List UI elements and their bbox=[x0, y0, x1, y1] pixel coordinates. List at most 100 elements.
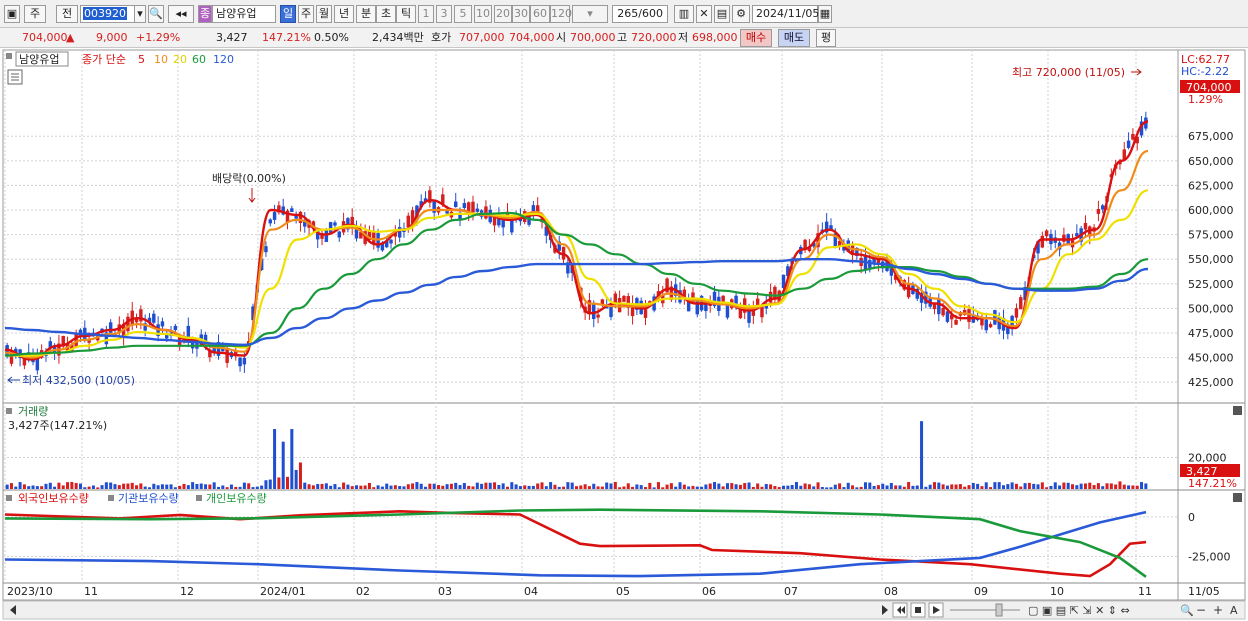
volume-bar bbox=[1019, 486, 1023, 489]
volume-bar bbox=[273, 429, 277, 489]
candle-body bbox=[617, 298, 622, 313]
volume-bar bbox=[842, 487, 846, 489]
volume-bar bbox=[894, 485, 898, 489]
volume-bar bbox=[600, 486, 604, 489]
price-tick-label: 550,000 bbox=[1188, 253, 1234, 266]
volume-tick-label: 20,000 bbox=[1188, 451, 1227, 464]
volume-bar bbox=[950, 484, 954, 489]
stock-chart: 425,000 450,000 475,000 500,000 525,000 550,0… bbox=[2, 49, 1246, 620]
candle-body bbox=[937, 299, 941, 315]
volume-bar bbox=[324, 483, 328, 489]
candle-body bbox=[126, 316, 130, 332]
volume-bar bbox=[958, 484, 962, 489]
volume-bar bbox=[1079, 483, 1083, 489]
volume-bar bbox=[454, 482, 458, 489]
font-size-icon[interactable]: A bbox=[1230, 604, 1238, 617]
candle-body bbox=[704, 304, 708, 312]
volume-bar bbox=[1131, 485, 1135, 489]
volume-bar bbox=[255, 486, 259, 489]
candle-body bbox=[160, 321, 165, 327]
holdings-close-icon[interactable] bbox=[1233, 493, 1242, 502]
chart-frame bbox=[2, 49, 1246, 601]
volume-bar bbox=[708, 483, 712, 489]
volume-bar bbox=[1006, 484, 1010, 489]
candle-body bbox=[596, 314, 600, 318]
volume-bar bbox=[212, 482, 216, 489]
volume-bar bbox=[53, 486, 57, 489]
candle-body bbox=[643, 308, 648, 318]
volume-bar bbox=[1062, 482, 1066, 489]
zoom-minus-icon[interactable]: − bbox=[1196, 603, 1206, 617]
volume-bar bbox=[31, 485, 35, 489]
volume-bar bbox=[661, 487, 665, 489]
x-tick-label: 04 bbox=[524, 585, 538, 598]
volume-bar bbox=[855, 487, 859, 489]
volume-bar bbox=[1010, 482, 1014, 489]
holdings-tick-label: 0 bbox=[1188, 511, 1195, 524]
volume-bar bbox=[342, 482, 346, 489]
volume-bar bbox=[320, 483, 324, 489]
volume-bar bbox=[191, 482, 195, 489]
candle-body bbox=[945, 311, 950, 322]
volume-bar bbox=[122, 483, 126, 489]
zoom-search-icon[interactable]: 🔍 bbox=[1180, 603, 1194, 617]
toolbar-tool-icons[interactable]: ▢ ▣ ▤ ⇱ ⇲ ✕ ⇕ ⇔ bbox=[1028, 604, 1130, 617]
ma-120-label: 120 bbox=[213, 53, 234, 66]
volume-bar bbox=[747, 482, 751, 489]
volume-bar bbox=[419, 483, 423, 489]
volume-bar bbox=[751, 486, 755, 489]
volume-bar bbox=[652, 487, 656, 489]
x-tick-label: 12 bbox=[180, 585, 194, 598]
candle-body bbox=[1100, 205, 1105, 210]
zoom-plus-icon[interactable]: + bbox=[1213, 603, 1223, 617]
volume-bar bbox=[794, 482, 798, 489]
candle-body bbox=[238, 357, 242, 367]
zoom-slider-thumb[interactable] bbox=[995, 603, 1003, 617]
volume-bar bbox=[40, 486, 44, 489]
volume-bar bbox=[398, 486, 402, 489]
volume-bar bbox=[147, 487, 152, 489]
volume-bar bbox=[1135, 485, 1139, 489]
volume-close-icon[interactable] bbox=[1233, 406, 1242, 415]
volume-bar bbox=[691, 485, 695, 489]
volume-bar bbox=[518, 486, 522, 489]
candle-body bbox=[755, 298, 760, 306]
volume-bar bbox=[738, 484, 742, 489]
volume-bar bbox=[1027, 482, 1031, 489]
volume-bar bbox=[1101, 486, 1105, 489]
volume-bar bbox=[5, 484, 9, 489]
volume-bar bbox=[639, 485, 643, 489]
volume-bar bbox=[44, 483, 48, 489]
volume-bar bbox=[221, 485, 225, 489]
volume-bar bbox=[294, 469, 298, 489]
candle-body bbox=[389, 239, 393, 244]
volume-bar bbox=[333, 484, 337, 489]
volume-bar bbox=[1140, 482, 1144, 489]
candle-body bbox=[725, 304, 730, 318]
volume-bar bbox=[117, 485, 121, 489]
volume-bar bbox=[549, 482, 553, 489]
volume-bar bbox=[1049, 485, 1053, 489]
volume-bar bbox=[527, 485, 531, 489]
volume-bar bbox=[1118, 481, 1122, 489]
volume-value-label: 3,427주(147.21%) bbox=[8, 419, 107, 432]
current-pct-label: 1.29% bbox=[1188, 93, 1223, 106]
price-tick-label: 575,000 bbox=[1188, 229, 1234, 242]
volume-bar bbox=[1071, 484, 1075, 489]
ma-title: 종가 단순 bbox=[82, 53, 126, 66]
volume-bar bbox=[229, 484, 233, 489]
candle-body bbox=[988, 323, 993, 328]
volume-bar bbox=[104, 482, 108, 489]
volume-bar bbox=[1001, 485, 1006, 489]
volume-bar bbox=[497, 484, 501, 489]
volume-bar bbox=[583, 484, 587, 489]
volume-bar bbox=[945, 485, 949, 489]
volume-bar bbox=[57, 482, 61, 489]
price-tick-label: 675,000 bbox=[1188, 130, 1234, 143]
volume-bar bbox=[626, 483, 630, 489]
volume-bar bbox=[777, 487, 781, 489]
volume-bar bbox=[411, 483, 415, 489]
candle-body bbox=[1083, 223, 1088, 230]
volume-bar bbox=[687, 486, 691, 489]
volume-bar bbox=[363, 485, 367, 489]
